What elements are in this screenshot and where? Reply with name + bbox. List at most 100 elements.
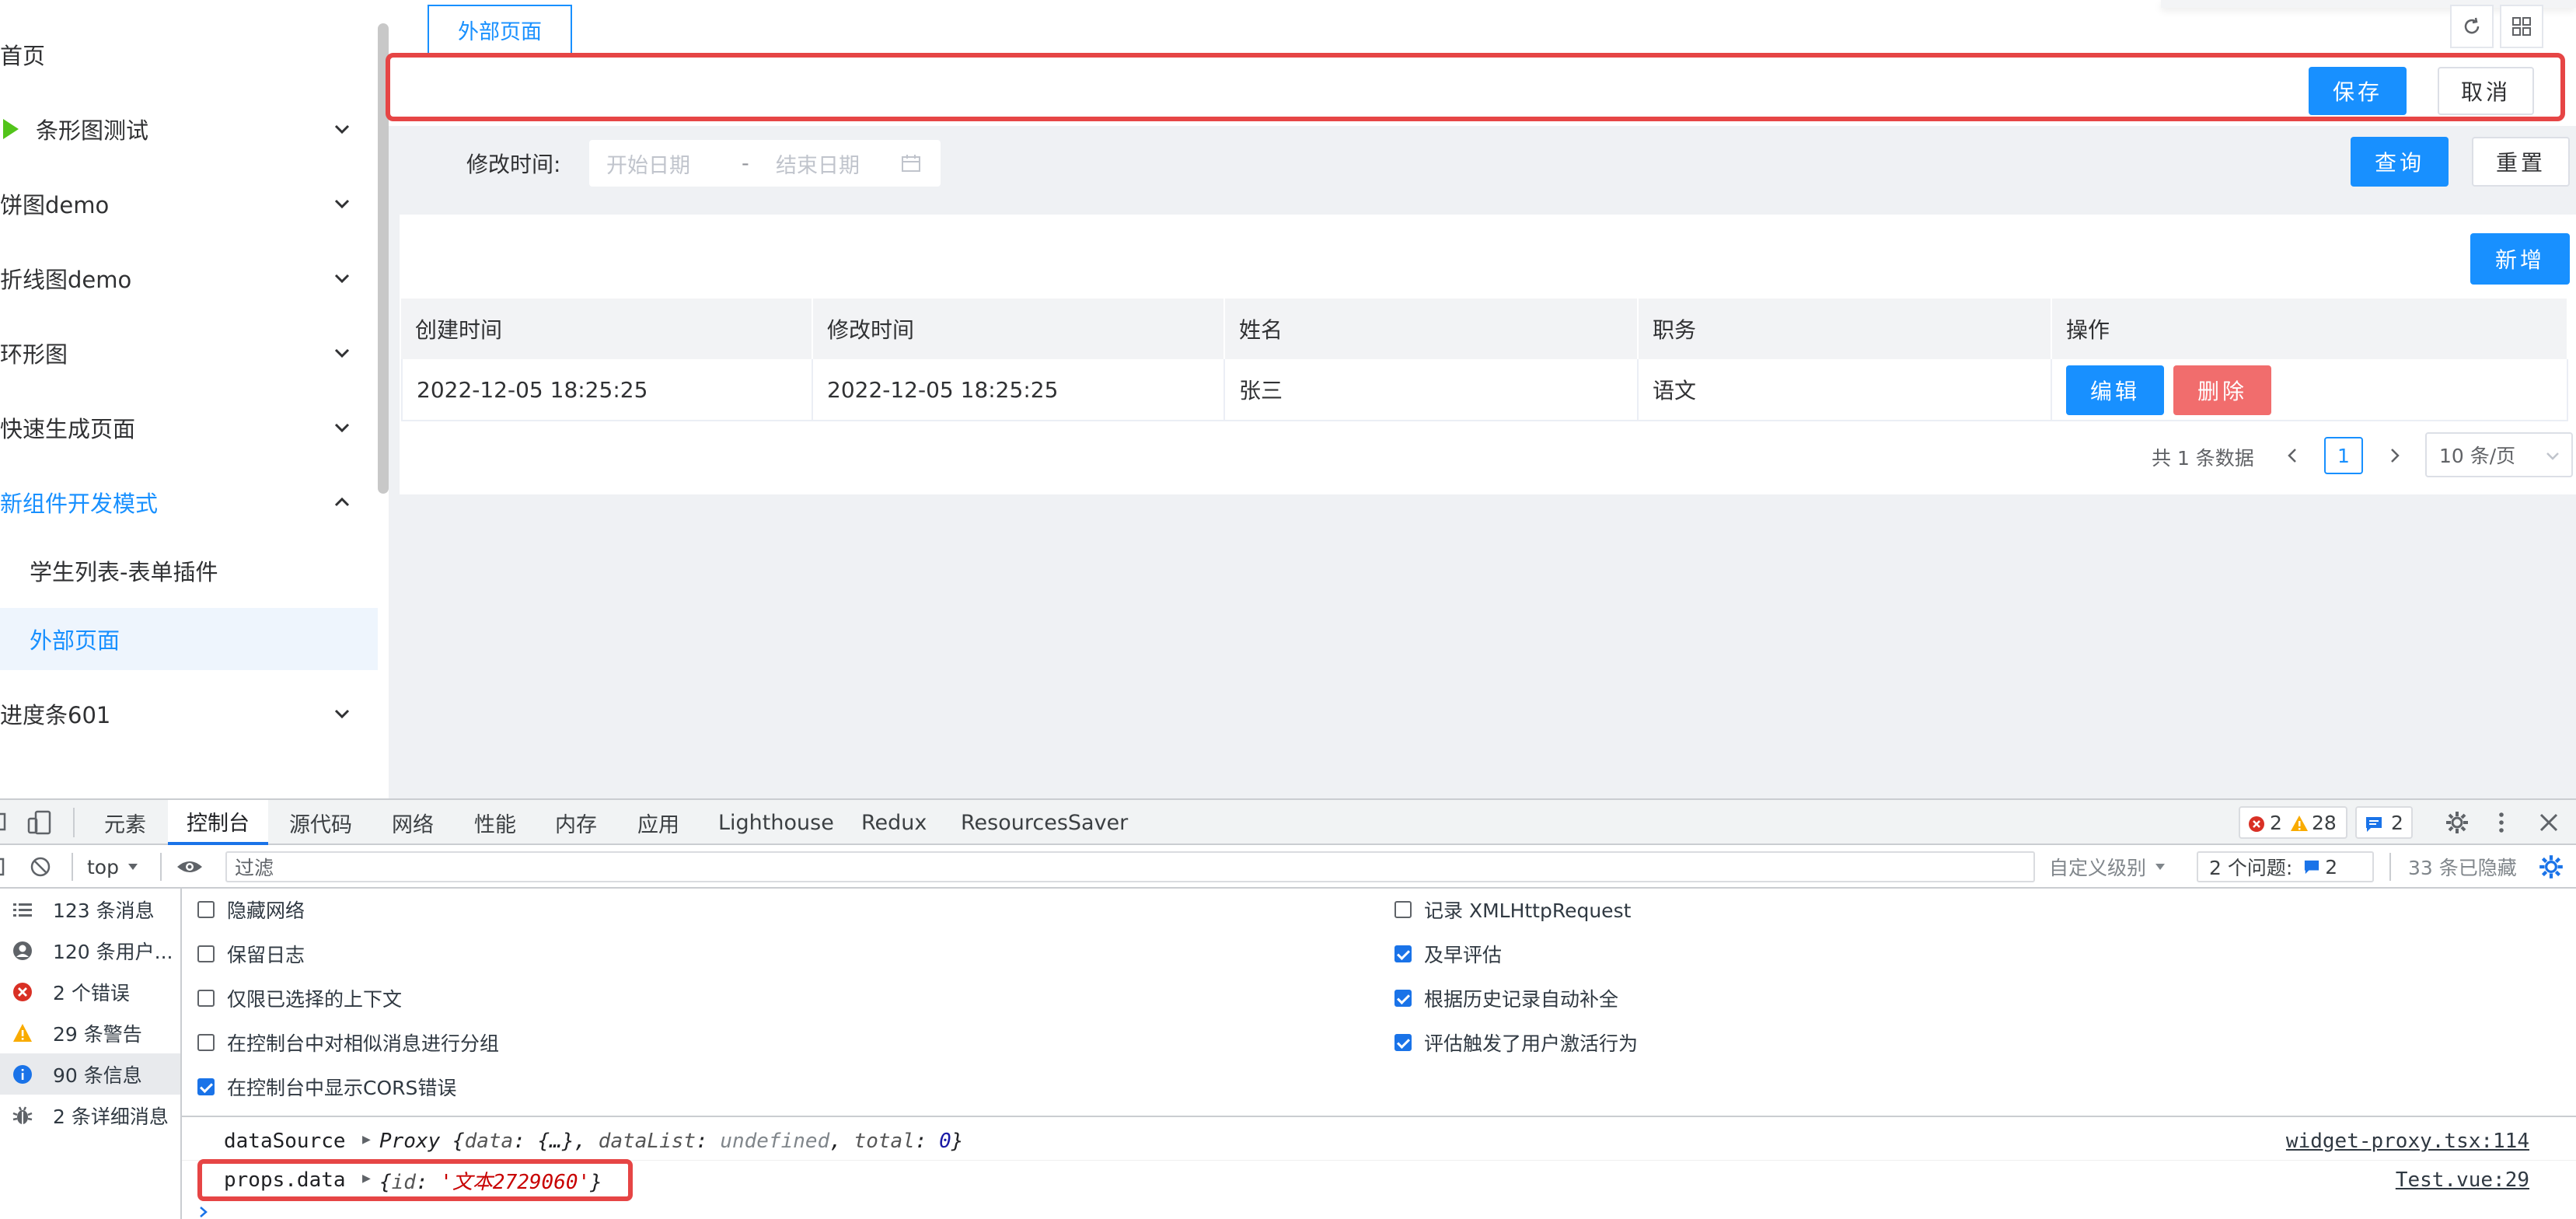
checkbox[interactable] [197, 990, 215, 1007]
side-label: 90 条信息 [53, 1064, 142, 1087]
device-toggle-icon[interactable] [26, 809, 53, 836]
setting-eager-eval[interactable]: 及早评估 [1394, 933, 1502, 975]
cell-job: 语文 [1639, 359, 2052, 421]
sidebar-item-quick-page[interactable]: 快速生成页面 [0, 396, 378, 459]
page-size-select[interactable]: 10 条/页 [2425, 432, 2573, 477]
setting-label: 仅限已选择的上下文 [227, 988, 403, 1011]
log-val: 0 [939, 1129, 951, 1153]
console-filter-input[interactable]: 过滤 [225, 851, 2035, 882]
checkbox[interactable] [197, 901, 215, 918]
console-settings-icon[interactable] [2537, 853, 2565, 881]
side-info[interactable]: 90 条信息 [0, 1053, 180, 1095]
delete-button[interactable]: 删除 [2173, 365, 2271, 415]
checkbox[interactable] [197, 1034, 215, 1051]
refresh-button[interactable] [2450, 5, 2494, 48]
devtools-tab-elements[interactable]: 元素 [104, 800, 146, 845]
clear-console-icon[interactable] [30, 856, 51, 878]
date-range-picker[interactable]: 开始日期 - 结束日期 [589, 140, 941, 187]
console-prompt-icon[interactable] [197, 1204, 210, 1219]
sidebar-subitem-student-list[interactable]: 学生列表-表单插件 [0, 540, 378, 602]
devtools-tab-network[interactable]: 网络 [392, 800, 434, 845]
next-page-icon[interactable] [2383, 445, 2405, 466]
setting-autocomplete[interactable]: 根据历史记录自动补全 [1394, 977, 1618, 1019]
devtools-tab-performance[interactable]: 性能 [474, 800, 516, 845]
setting-label: 根据历史记录自动补全 [1424, 988, 1619, 1011]
sidebar-item-label: 外部页面 [30, 627, 120, 654]
eye-icon[interactable] [176, 856, 204, 878]
prev-page-icon[interactable] [2282, 445, 2304, 466]
context-select[interactable]: top [87, 853, 139, 881]
log-value[interactable]: Proxy {data: {…}, dataList: undefined, t… [379, 1130, 963, 1153]
inspect-icon[interactable] [0, 811, 9, 834]
page-size-value: 10 条/页 [2439, 445, 2516, 467]
setting-group-similar[interactable]: 在控制台中对相似消息进行分组 [197, 1022, 499, 1064]
query-button[interactable]: 查询 [2351, 137, 2449, 187]
gear-icon[interactable] [2444, 809, 2470, 836]
console-filter-bar: top 过滤 自定义级别 2 个问题: 2 33 条已隐藏 [0, 845, 2576, 889]
sidebar-item-pie[interactable]: 饼图demo [0, 173, 378, 235]
sidebar-item-line[interactable]: 折线图demo [0, 247, 378, 309]
error-warning-counter[interactable]: 2 28 [2239, 806, 2347, 839]
setting-user-activation[interactable]: 评估触发了用户激活行为 [1394, 1022, 1638, 1064]
devtools-tab-memory[interactable]: 内存 [555, 800, 597, 845]
log-row: dataSource ▶ Proxy {data: {…}, dataList:… [182, 1122, 2576, 1161]
checkbox[interactable] [1394, 901, 1412, 918]
checkbox-checked[interactable] [1394, 945, 1412, 962]
devtools-panel: 元素 控制台 源代码 网络 性能 内存 应用 Lighthouse Redux … [0, 798, 2576, 1219]
divider [73, 808, 75, 837]
expand-triangle-icon[interactable]: ▶ [362, 1131, 371, 1147]
devtools-tab-redux[interactable]: Redux [861, 800, 927, 845]
more-vertical-icon[interactable] [2494, 809, 2509, 836]
setting-preserve-log[interactable]: 保留日志 [197, 933, 305, 975]
context-value: top [87, 855, 119, 878]
sidebar-item-ring[interactable]: 环形图 [0, 322, 378, 384]
checkbox-checked[interactable] [1394, 990, 1412, 1007]
setting-log-xhr[interactable]: 记录 XMLHttpRequest [1394, 889, 1631, 931]
sidebar-toggle-icon[interactable] [0, 857, 8, 876]
checkbox-checked[interactable] [1394, 1034, 1412, 1051]
page-number-current[interactable]: 1 [2324, 437, 2363, 474]
devtools-tab-sources[interactable]: 源代码 [289, 800, 352, 845]
start-date-input[interactable]: 开始日期 [606, 148, 690, 179]
setting-hide-network[interactable]: 隐藏网络 [197, 889, 305, 931]
close-icon[interactable] [2537, 811, 2560, 834]
info-counter[interactable]: 2 [2355, 806, 2413, 839]
edit-button[interactable]: 编辑 [2066, 365, 2164, 415]
side-messages[interactable]: 123 条消息 [0, 889, 180, 930]
cell-modified: 2022-12-05 18:25:25 [813, 359, 1225, 421]
devtools-tab-application[interactable]: 应用 [637, 800, 679, 845]
log-level-value: 自定义级别 [2049, 857, 2147, 879]
setting-cors-errors[interactable]: 在控制台中显示CORS错误 [197, 1066, 456, 1108]
sidebar-item-new-component[interactable]: 新组件开发模式 [0, 471, 378, 533]
sidebar-item-home[interactable]: 首页 [0, 23, 378, 86]
log-source-link[interactable]: widget-proxy.tsx:114 [2286, 1130, 2529, 1153]
log-level-select[interactable]: 自定义级别 [2049, 853, 2166, 881]
tab-external-page[interactable]: 外部页面 [428, 5, 572, 53]
chevron-down-icon [334, 423, 350, 433]
end-date-input[interactable]: 结束日期 [776, 148, 860, 179]
setting-label: 隐藏网络 [227, 899, 305, 922]
sidebar-subitem-external-page[interactable]: 外部页面 [0, 608, 378, 670]
side-warnings[interactable]: 29 条警告 [0, 1012, 180, 1053]
side-errors[interactable]: 2 个错误 [0, 971, 180, 1012]
sidebar-item-label: 环形图 [0, 341, 68, 368]
log-source-link[interactable]: Test.vue:29 [2396, 1168, 2529, 1192]
grid-button[interactable] [2500, 5, 2543, 48]
devtools-tab-console[interactable]: 控制台 [168, 800, 268, 845]
devtools-tab-lighthouse[interactable]: Lighthouse [718, 800, 834, 845]
side-verbose[interactable]: 2 条详细消息 [0, 1095, 180, 1136]
reset-button[interactable]: 重置 [2472, 137, 2570, 187]
main-content: 外部页面 保存 取消 修改时间: 开始日期 - 结束日期 查询 重置 新增 创建… [386, 0, 2576, 798]
side-user-messages[interactable]: 120 条用户... [0, 930, 180, 971]
sidebar-item-progress[interactable]: 进度条601 [0, 683, 378, 745]
setting-selected-context[interactable]: 仅限已选择的上下文 [197, 977, 402, 1019]
chevron-down-icon [334, 199, 350, 209]
issues-button[interactable]: 2 个问题: 2 [2197, 851, 2374, 882]
checkbox-checked[interactable] [197, 1078, 215, 1095]
console-sidebar: 123 条消息 120 条用户... 2 个错误 29 条警告 90 条信息 2… [0, 889, 182, 1219]
add-button[interactable]: 新增 [2470, 233, 2570, 285]
checkbox[interactable] [197, 945, 215, 962]
sidebar-item-bar-chart[interactable]: 条形图测试 [0, 98, 378, 160]
devtools-tab-resourcessaver[interactable]: ResourcesSaver [961, 800, 1128, 845]
chevron-down-icon [334, 274, 350, 284]
